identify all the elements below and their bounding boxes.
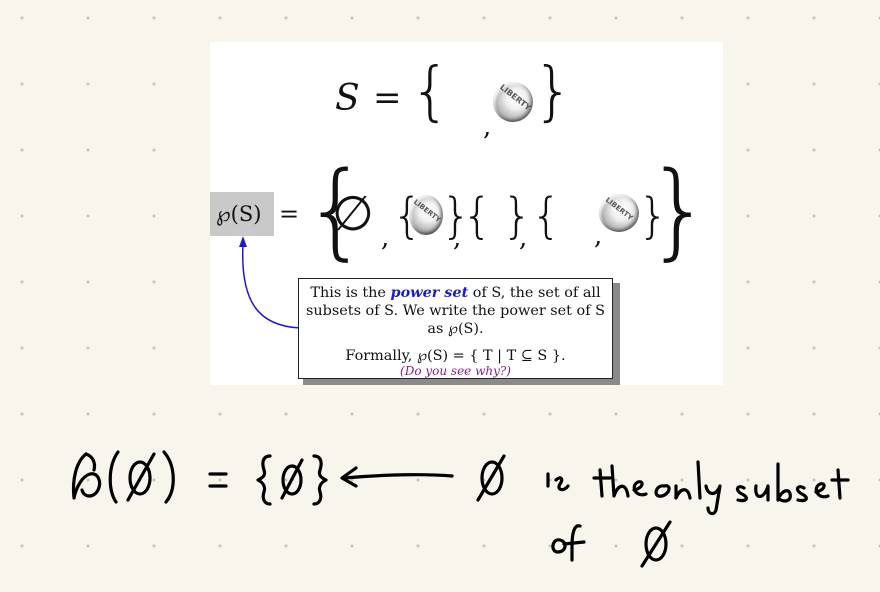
handwritten-annotation	[71, 450, 850, 568]
